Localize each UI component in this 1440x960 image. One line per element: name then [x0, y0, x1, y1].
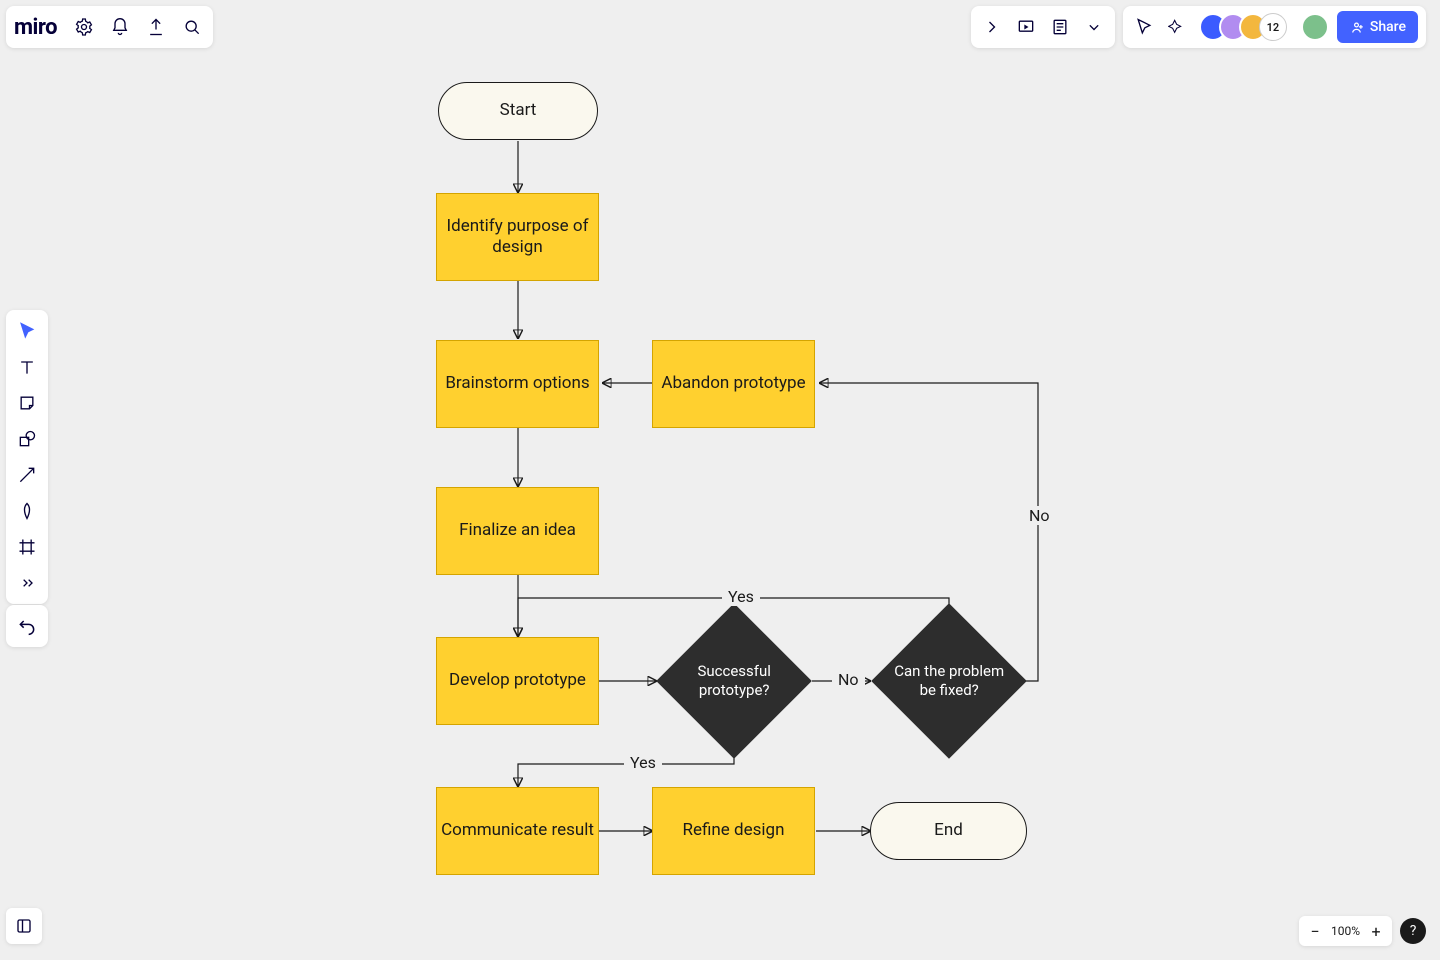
- node-label: Start: [500, 100, 537, 121]
- canvas[interactable]: Start Identify purpose of design Brainst…: [0, 0, 1440, 960]
- node-label: Finalize an idea: [459, 520, 576, 541]
- node-brainstorm[interactable]: Brainstorm options: [436, 340, 599, 428]
- node-successful-q[interactable]: Successful prototype?: [656, 603, 812, 759]
- edge-label-yes: Yes: [624, 753, 662, 772]
- node-refine[interactable]: Refine design: [652, 787, 815, 875]
- edge-label-no: No: [1023, 506, 1056, 525]
- node-fix-q[interactable]: Can the problem be fixed?: [871, 603, 1027, 759]
- edge-label-yes: Yes: [722, 587, 760, 606]
- node-label: Brainstorm options: [445, 373, 589, 394]
- node-label: Develop prototype: [449, 670, 586, 691]
- node-label: Identify purpose of design: [437, 216, 598, 259]
- node-end[interactable]: End: [870, 802, 1027, 860]
- node-label: Communicate result: [441, 820, 594, 841]
- node-identify[interactable]: Identify purpose of design: [436, 193, 599, 281]
- node-communicate[interactable]: Communicate result: [436, 787, 599, 875]
- node-develop[interactable]: Develop prototype: [436, 637, 599, 725]
- node-finalize[interactable]: Finalize an idea: [436, 487, 599, 575]
- node-start[interactable]: Start: [438, 82, 598, 140]
- edge-label-no: No: [832, 670, 865, 689]
- node-abandon[interactable]: Abandon prototype: [652, 340, 815, 428]
- node-label: Abandon prototype: [661, 373, 805, 394]
- node-label: Can the problem be fixed?: [894, 662, 1004, 700]
- node-label: Successful prototype?: [679, 662, 789, 700]
- node-label: Refine design: [683, 820, 785, 841]
- node-label: End: [934, 820, 963, 841]
